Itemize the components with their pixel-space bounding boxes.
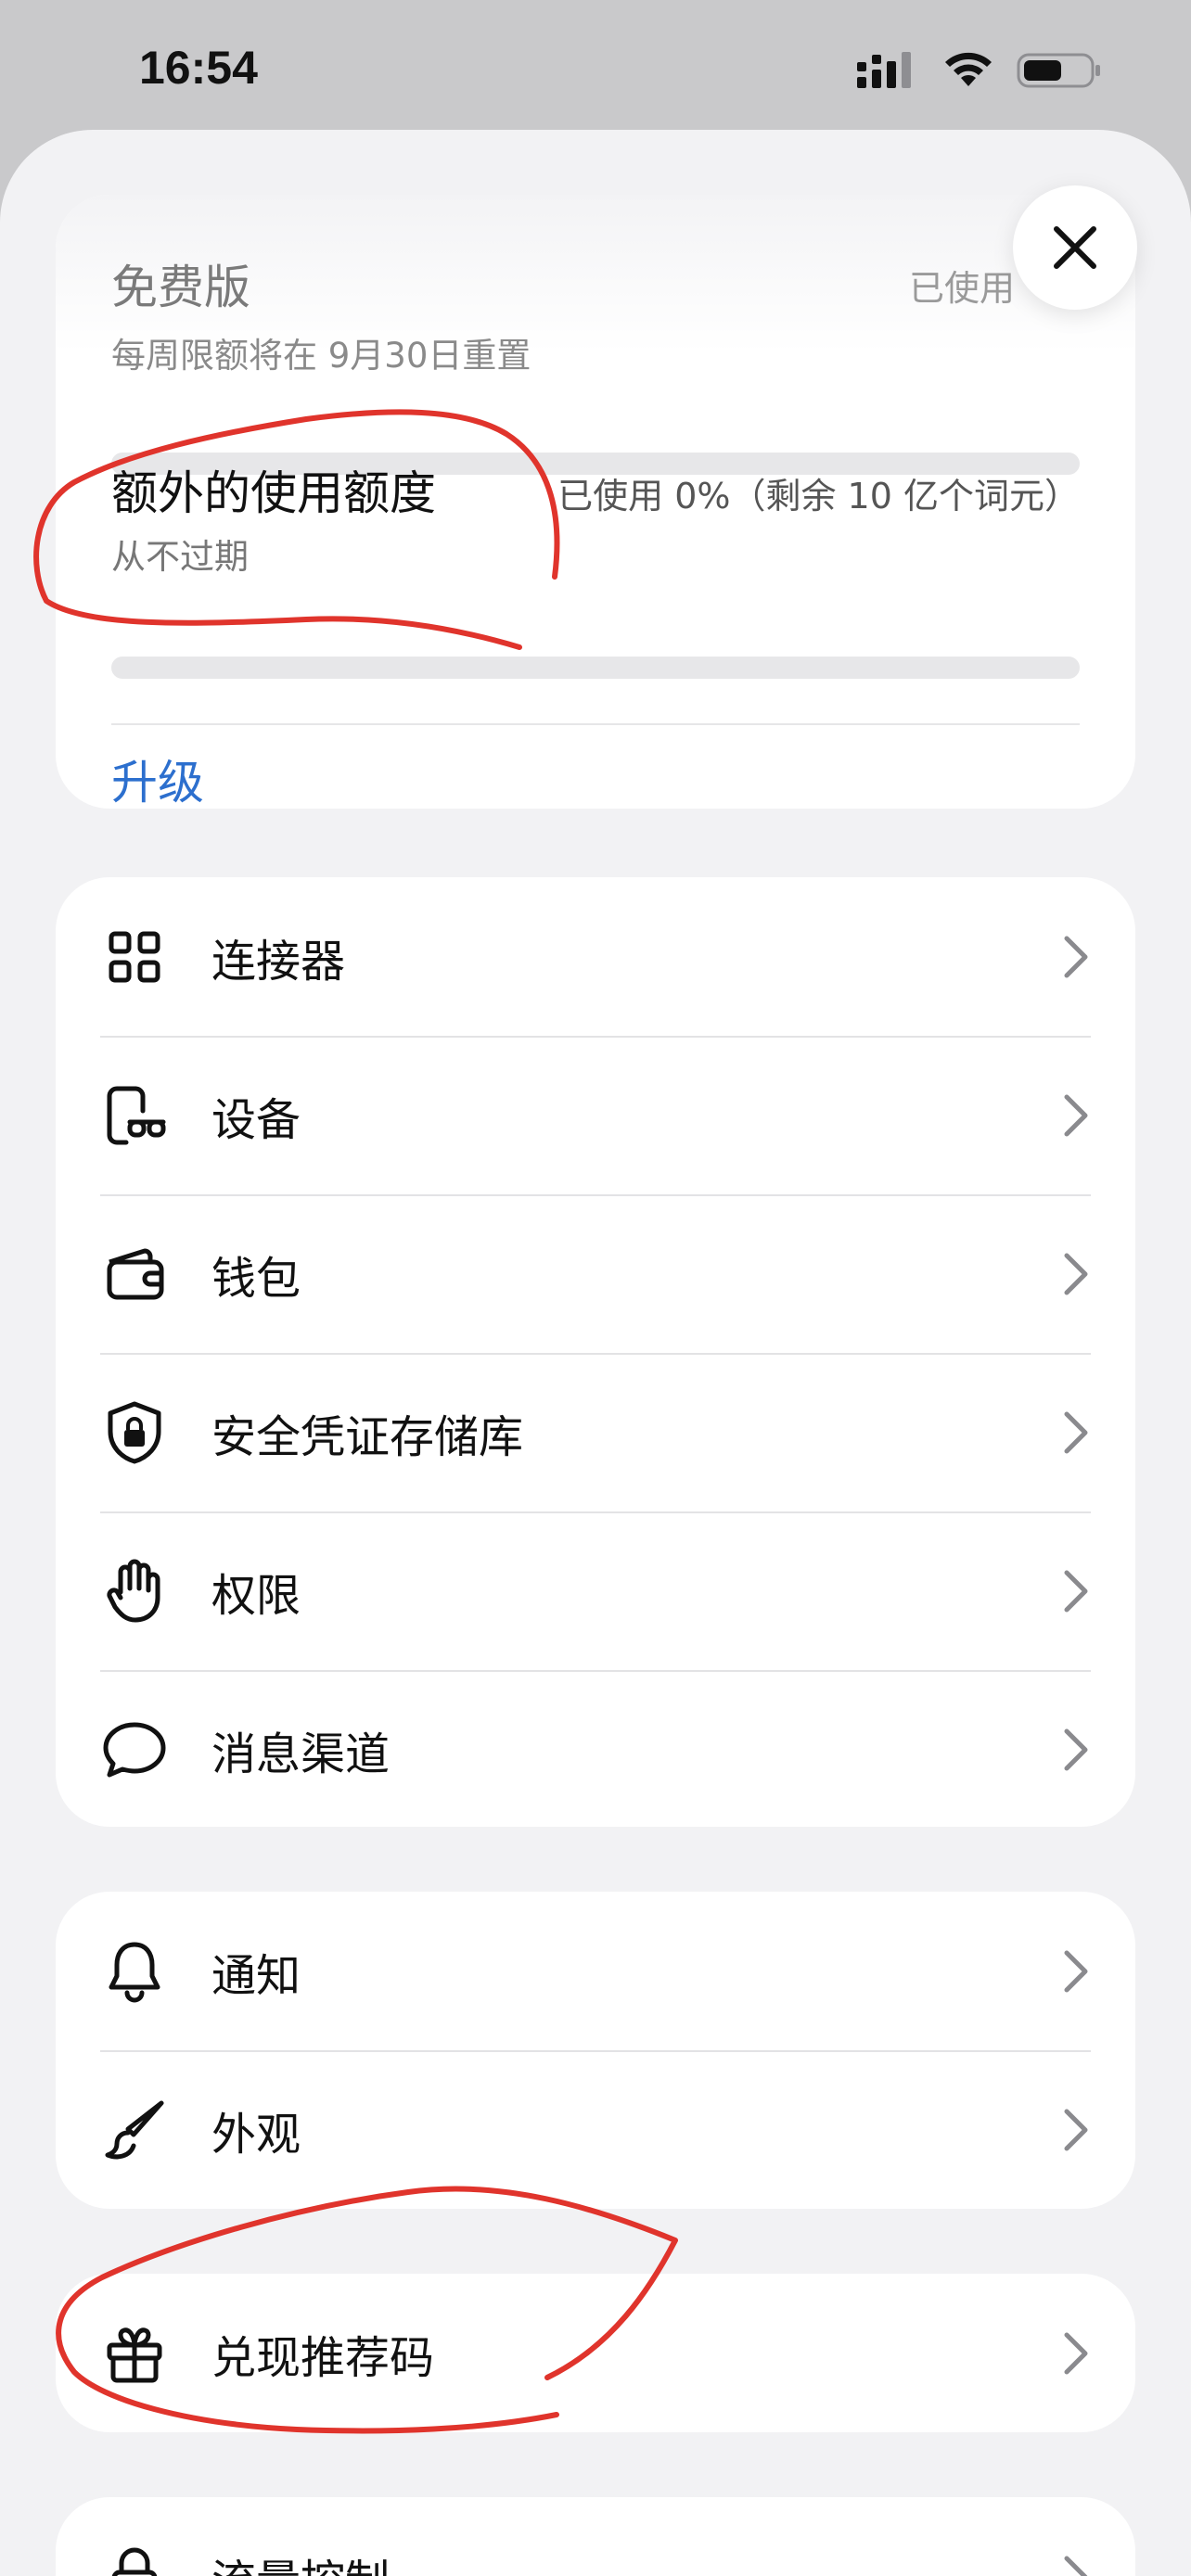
extra-quota-bar <box>111 657 1080 679</box>
upgrade-link[interactable]: 升级 <box>111 746 204 809</box>
hand-icon <box>102 1559 167 1624</box>
gift-icon <box>102 2321 167 2386</box>
menu-item-message-channels[interactable]: 消息渠道 <box>56 1670 1135 1827</box>
menu-item-devices[interactable]: 设备 <box>56 1036 1135 1194</box>
plan-reset-note: 每周限额将在 9月30日重置 <box>111 336 531 376</box>
menu-item-label: 安全凭证存储库 <box>211 1410 524 1463</box>
plan-name: 免费版 <box>111 261 250 314</box>
plan-card-divider <box>111 723 1080 725</box>
menu-item-label: 设备 <box>211 1093 301 1146</box>
menu-item-credential-vault[interactable]: 安全凭证存储库 <box>56 1353 1135 1511</box>
plan-usage-card: 免费版 已使用 每周限额将在 9月30日重置 额外的使用额度 已使用 0%（剩余… <box>56 195 1135 809</box>
menu-item-label: 钱包 <box>211 1252 301 1305</box>
chevron-right-icon <box>1064 1411 1088 1453</box>
battery-icon <box>1017 53 1100 88</box>
chevron-right-icon <box>1064 1094 1088 1136</box>
chat-bubble-icon <box>102 1717 167 1782</box>
lock-icon <box>102 2544 167 2576</box>
menu-item-permissions[interactable]: 权限 <box>56 1511 1135 1670</box>
bell-icon <box>102 1939 167 2004</box>
menu-group-2: 通知 外观 <box>56 1892 1135 2209</box>
menu-item-notifications[interactable]: 通知 <box>56 1892 1135 2050</box>
menu-item-wallet[interactable]: 钱包 <box>56 1194 1135 1353</box>
settings-sheet: 免费版 已使用 每周限额将在 9月30日重置 额外的使用额度 已使用 0%（剩余… <box>0 130 1191 2576</box>
status-time: 16:54 <box>139 42 258 94</box>
menu-item-label: 连接器 <box>211 935 346 988</box>
menu-item-label: 消息渠道 <box>211 1728 391 1780</box>
phone-glasses-icon <box>102 1083 167 1148</box>
menu-item-appearance[interactable]: 外观 <box>56 2050 1135 2209</box>
chevron-right-icon <box>1064 1950 1088 1992</box>
menu-item-connectors[interactable]: 连接器 <box>56 877 1135 1036</box>
paintbrush-icon <box>102 2098 167 2162</box>
close-button[interactable] <box>1013 185 1137 310</box>
menu-item-traffic-control[interactable]: 流量控制 <box>56 2497 1135 2576</box>
status-icons <box>855 46 1102 93</box>
extra-quota-subtitle: 从不过期 <box>111 537 249 577</box>
menu-item-label: 兑现推荐码 <box>211 2331 435 2384</box>
menu-group-1: 连接器 设备 钱包 安全凭证存储库 权限 消息渠道 <box>56 877 1135 1827</box>
wifi-icon <box>945 52 992 86</box>
grid-icon <box>102 925 167 989</box>
close-icon <box>1054 226 1096 269</box>
extra-quota-used-label: 已使用 0%（剩余 10 亿个词元） <box>557 476 1080 516</box>
menu-group-3: 兑现推荐码 <box>56 2274 1135 2432</box>
chevron-right-icon <box>1064 1728 1088 1770</box>
chevron-right-icon <box>1064 2109 1088 2150</box>
menu-item-redeem-referral[interactable]: 兑现推荐码 <box>56 2274 1135 2432</box>
menu-group-4: 流量控制 <box>56 2497 1135 2576</box>
status-bar: 16:54 <box>0 0 1191 130</box>
menu-item-label: 通知 <box>211 1949 301 2002</box>
cellular-signal-icon <box>857 52 911 88</box>
chevron-right-icon <box>1064 936 1088 977</box>
chevron-right-icon <box>1064 1253 1088 1294</box>
chevron-right-icon <box>1064 2556 1088 2576</box>
shield-lock-icon <box>102 1400 167 1465</box>
plan-used-label: 已使用 <box>909 268 1016 309</box>
menu-item-label: 流量控制 <box>211 2544 390 2576</box>
extra-quota-title: 额外的使用额度 <box>111 466 436 520</box>
wallet-icon <box>102 1242 167 1307</box>
menu-item-label: 外观 <box>211 2108 301 2161</box>
chevron-right-icon <box>1064 2332 1088 2374</box>
menu-item-label: 权限 <box>211 1569 301 1622</box>
chevron-right-icon <box>1064 1570 1088 1612</box>
